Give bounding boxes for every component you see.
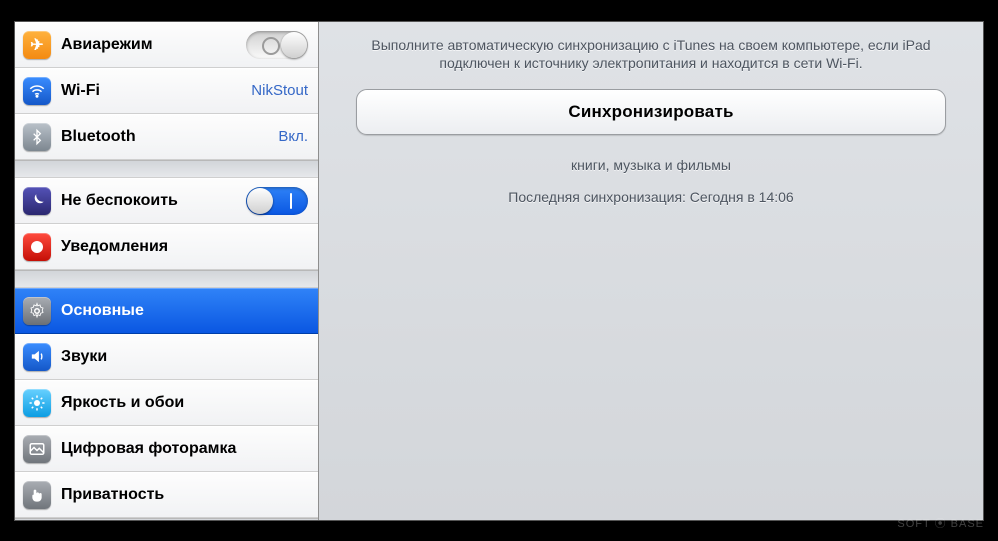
notification-icon <box>23 233 51 261</box>
bluetooth-value: Вкл. <box>278 128 308 145</box>
section-gap <box>15 518 318 520</box>
sidebar-item-wifi[interactable]: Wi-Fi NikStout <box>15 68 318 114</box>
airplane-toggle[interactable] <box>246 31 308 59</box>
sidebar-item-label: Звуки <box>61 348 308 366</box>
sidebar-item-dnd[interactable]: Не беспокоить <box>15 178 318 224</box>
sidebar-item-label: Приватность <box>61 486 308 504</box>
gear-icon <box>23 297 51 325</box>
section-gap <box>15 160 318 178</box>
sidebar-item-label: Авиарежим <box>61 36 246 54</box>
wifi-icon <box>23 77 51 105</box>
sidebar-item-brightness[interactable]: Яркость и обои <box>15 380 318 426</box>
sidebar-item-label: Уведомления <box>61 238 308 256</box>
speaker-icon <box>23 343 51 371</box>
sidebar-item-label: Цифровая фоторамка <box>61 440 308 458</box>
sidebar-item-privacy[interactable]: Приватность <box>15 472 318 518</box>
moon-icon <box>23 187 51 215</box>
photo-frame-icon <box>23 435 51 463</box>
toggle-knob <box>281 32 307 58</box>
sync-button[interactable]: Синхронизировать <box>356 89 946 135</box>
sidebar-item-frame[interactable]: Цифровая фоторамка <box>15 426 318 472</box>
sync-note: Выполните автоматическую синхронизацию с… <box>345 36 957 74</box>
sidebar-item-bluetooth[interactable]: Bluetooth Вкл. <box>15 114 318 160</box>
wifi-value: NikStout <box>251 82 308 99</box>
sync-button-label: Синхронизировать <box>568 102 733 122</box>
sync-caption-last: Последняя синхронизация: Сегодня в 14:06 <box>345 189 957 205</box>
sidebar-item-label: Bluetooth <box>61 128 278 146</box>
hand-icon <box>23 481 51 509</box>
sidebar-item-airplane[interactable]: ✈ Авиарежим <box>15 22 318 68</box>
section-gap <box>15 270 318 288</box>
settings-window: ✈ Авиарежим Wi-Fi NikStout Bluetooth Вкл… <box>14 21 984 521</box>
sidebar-item-label: Основные <box>61 302 308 320</box>
sidebar-item-label: Не беспокоить <box>61 192 246 210</box>
sidebar-item-label: Яркость и обои <box>61 394 308 412</box>
sidebar-item-label: Wi-Fi <box>61 82 251 100</box>
dnd-toggle[interactable] <box>246 187 308 215</box>
sidebar-item-notifications[interactable]: Уведомления <box>15 224 318 270</box>
sync-caption-items: книги, музыка и фильмы <box>345 157 957 173</box>
sidebar-item-general[interactable]: Основные <box>15 288 318 334</box>
settings-sidebar: ✈ Авиарежим Wi-Fi NikStout Bluetooth Вкл… <box>15 22 319 520</box>
airplane-icon: ✈ <box>23 31 51 59</box>
bluetooth-icon <box>23 123 51 151</box>
brightness-icon <box>23 389 51 417</box>
toggle-knob <box>247 188 273 214</box>
sidebar-item-sounds[interactable]: Звуки <box>15 334 318 380</box>
detail-pane: Выполните автоматическую синхронизацию с… <box>319 22 983 520</box>
